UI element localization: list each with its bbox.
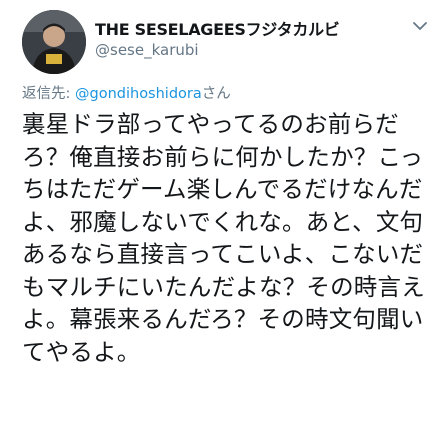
reply-mention-link[interactable]: @gondihoshidora — [75, 86, 202, 102]
chevron-down-icon[interactable] — [410, 16, 430, 36]
avatar-photo-icon — [22, 10, 86, 74]
reply-suffix: さん — [201, 86, 231, 102]
tweet-text: 裏星ドラ部ってやってるのお前らだろ？俺直接お前らに何かしたか？こっちはただゲーム… — [22, 110, 425, 366]
reply-to-line: 返信先: @gondihoshidoraさん — [22, 82, 231, 103]
avatar[interactable] — [22, 10, 86, 74]
tweet: THE SESELAGEESフジタカルビ @sese_karubi 返信先: @… — [0, 0, 440, 440]
user-handle[interactable]: @sese_karubi — [95, 41, 199, 59]
display-name[interactable]: THE SESELAGEESフジタカルビ — [95, 16, 340, 40]
reply-prefix: 返信先: — [22, 86, 75, 102]
